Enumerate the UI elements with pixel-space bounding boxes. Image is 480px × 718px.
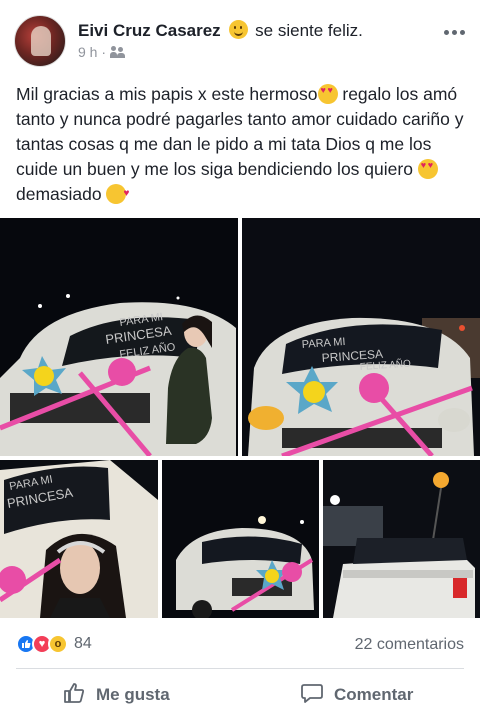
- comment-button[interactable]: Comentar: [300, 680, 413, 710]
- post-photo-4[interactable]: [162, 460, 319, 618]
- heart-eyes-emoji-icon: [317, 84, 338, 104]
- post-meta: 9 h ·: [78, 44, 126, 60]
- post-text-part: demasiado: [16, 184, 107, 204]
- post-photo-5[interactable]: [323, 460, 480, 618]
- post-text: Mil gracias a mis papis x este hermoso r…: [16, 82, 470, 207]
- post-photo-1[interactable]: PARA MI PRINCESA FELIZ AÑO: [0, 218, 238, 456]
- heart-eyes-emoji-icon: [417, 159, 438, 179]
- like-button[interactable]: Me gusta: [62, 680, 170, 710]
- divider: [16, 668, 464, 669]
- wow-reaction-icon: o: [48, 634, 68, 654]
- thumbs-up-icon: [62, 681, 96, 710]
- reactions-summary[interactable]: ♥ o 84: [16, 634, 92, 654]
- post-header-title: Eivi Cruz Casarez se siente feliz.: [78, 20, 363, 41]
- face-blowing-kiss-emoji-icon: [106, 181, 129, 206]
- reaction-count: 84: [74, 635, 92, 652]
- smiling-face-icon: [229, 20, 249, 39]
- more-options-icon[interactable]: [444, 30, 465, 35]
- post-photo-2[interactable]: PARA MI PRINCESA FELIZ AÑO: [242, 218, 480, 456]
- friends-icon[interactable]: [110, 46, 126, 58]
- feeling-text: se siente feliz.: [255, 21, 363, 40]
- post-text-part: Mil gracias a mis papis x este hermoso: [16, 84, 318, 104]
- speech-bubble-icon: [300, 681, 334, 710]
- comments-count[interactable]: 22 comentarios: [355, 636, 464, 654]
- author-name[interactable]: Eivi Cruz Casarez: [78, 21, 221, 40]
- author-avatar[interactable]: [14, 15, 66, 67]
- like-button-label: Me gusta: [96, 685, 170, 704]
- facebook-post: Eivi Cruz Casarez se siente feliz. 9 h ·…: [0, 0, 480, 718]
- post-photo-3[interactable]: PARA MI PRINCESA: [0, 460, 158, 618]
- post-timestamp[interactable]: 9 h ·: [78, 44, 106, 60]
- comment-button-label: Comentar: [334, 685, 414, 704]
